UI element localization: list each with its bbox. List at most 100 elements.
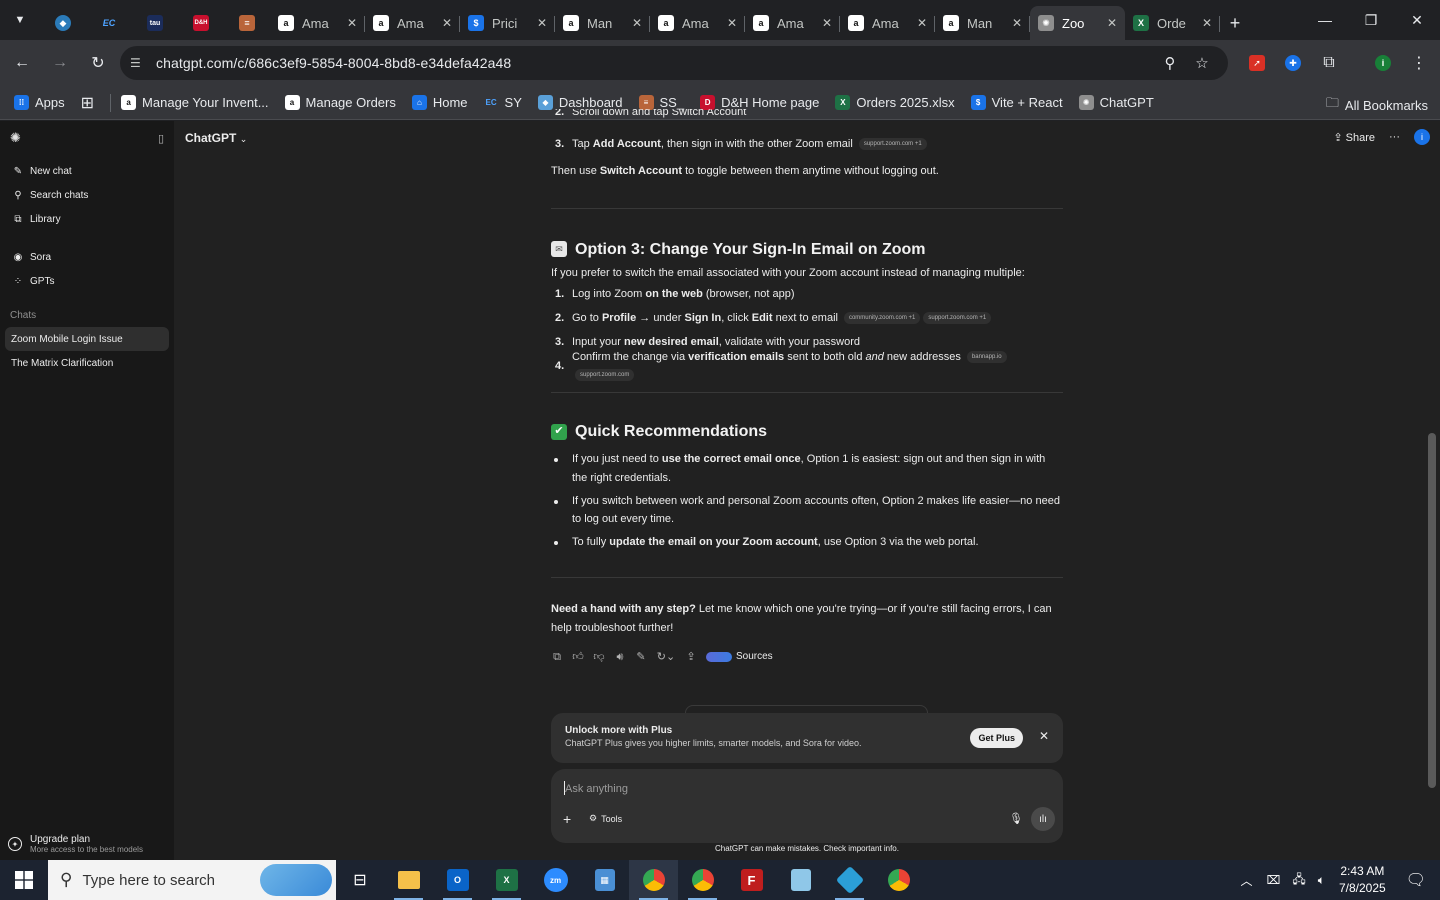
close-tab-icon[interactable]: ✕: [727, 16, 737, 30]
forward-button[interactable]: →: [42, 45, 78, 81]
chrome-icon[interactable]: [678, 860, 727, 900]
citation-chip[interactable]: support.zoom.com +1: [858, 138, 927, 151]
share-button[interactable]: ⇪ Share: [1333, 131, 1375, 144]
task-view-icon[interactable]: ⊟: [336, 860, 384, 900]
bookmark-item[interactable]: ✺ ChatGPT: [1078, 95, 1154, 110]
browser-tab[interactable]: X Orde ✕: [1125, 6, 1220, 40]
tab-search-button[interactable]: ▼: [6, 6, 34, 34]
citation-chip[interactable]: support.zoom.com: [575, 368, 635, 381]
outlook-icon[interactable]: O: [433, 860, 482, 900]
scrollbar[interactable]: [1428, 433, 1436, 788]
excel-icon[interactable]: X: [482, 860, 531, 900]
close-tab-icon[interactable]: ✕: [1107, 16, 1117, 30]
chevron-up-icon[interactable]: ︿: [1241, 872, 1253, 889]
minimize-button[interactable]: —: [1302, 0, 1348, 40]
bookmark-item[interactable]: $ Vite + React: [970, 95, 1063, 110]
notepad-icon[interactable]: [776, 860, 825, 900]
clock[interactable]: 2:43 AM 7/8/2025: [1339, 863, 1386, 897]
all-bookmarks-button[interactable]: 🗀 All Bookmarks: [1326, 94, 1428, 116]
close-icon[interactable]: ✕: [1039, 729, 1049, 743]
upgrade-plan-button[interactable]: ✦ Upgrade plan More access to the best m…: [8, 834, 143, 854]
browser-tab[interactable]: ✺ Zoo ✕: [1030, 6, 1125, 40]
extension-icon[interactable]: ✚: [1276, 46, 1310, 80]
regenerate-icon[interactable]: ↻⌄: [656, 649, 676, 667]
pinned-tab[interactable]: EC: [86, 6, 132, 40]
bookmark-item[interactable]: ⌂ Home: [411, 95, 468, 110]
bookmark-item[interactable]: X Orders 2025.xlsx: [835, 95, 955, 110]
close-tab-icon[interactable]: ✕: [442, 16, 452, 30]
thumbs-up-icon[interactable]: 👍︎: [572, 649, 584, 667]
bookmark-item[interactable]: ◆ Dashboard: [537, 95, 623, 110]
sidebar-item[interactable]: ⚲ Search chats: [0, 183, 174, 207]
extensions-puzzle-icon[interactable]: ⧉: [1312, 46, 1346, 80]
reload-button[interactable]: ↻: [80, 45, 116, 81]
start-button[interactable]: [0, 860, 48, 900]
bookmark-item[interactable]: a Manage Orders: [284, 95, 396, 110]
pinned-tab[interactable]: ≡: [224, 6, 270, 40]
chat-history-item[interactable]: Zoom Mobile Login Issue: [5, 327, 169, 351]
chrome-icon[interactable]: [629, 860, 678, 900]
microphone-icon[interactable]: 🎙︎: [1009, 812, 1023, 825]
sidebar-item[interactable]: ⧉ Library: [0, 207, 174, 231]
calculator-icon[interactable]: ▦: [580, 860, 629, 900]
app-diamond-icon[interactable]: [825, 860, 874, 900]
url-text[interactable]: chatgpt.com/c/686c3ef9-5854-8004-8bd8-e3…: [156, 55, 1154, 71]
file-explorer-icon[interactable]: [384, 860, 433, 900]
sidebar-item[interactable]: ⁘ GPTs: [0, 269, 174, 293]
citation-chip[interactable]: community.zoom.com +1: [843, 312, 921, 325]
back-button[interactable]: ←: [4, 45, 40, 81]
sidebar-toggle-icon[interactable]: ▯: [158, 132, 164, 145]
read-aloud-icon[interactable]: 🔊︎: [614, 649, 626, 667]
browser-tab[interactable]: a Ama ✕: [840, 6, 935, 40]
network-warning-icon[interactable]: ⌧: [1267, 873, 1281, 887]
bookmark-item[interactable]: EC SY: [484, 95, 521, 110]
address-bar[interactable]: ☰ chatgpt.com/c/686c3ef9-5854-8004-8bd8-…: [120, 46, 1228, 80]
close-tab-icon[interactable]: ✕: [822, 16, 832, 30]
site-info-icon[interactable]: ☰: [130, 56, 156, 70]
browser-tab[interactable]: a Ama ✕: [270, 6, 365, 40]
share-icon[interactable]: ⇪: [685, 649, 697, 667]
openai-logo-icon[interactable]: ✺: [10, 130, 21, 146]
thumbs-down-icon[interactable]: 👎︎: [593, 649, 605, 667]
browser-tab[interactable]: a Ama ✕: [745, 6, 840, 40]
close-tab-icon[interactable]: ✕: [917, 16, 927, 30]
tab-groups-icon[interactable]: ⊞: [81, 93, 94, 113]
notification-icon[interactable]: 🗨︎: [1406, 870, 1426, 890]
citation-chip[interactable]: support.zoom.com +1: [923, 312, 992, 325]
pinned-tab[interactable]: ◆: [40, 6, 86, 40]
user-avatar[interactable]: i: [1414, 129, 1430, 145]
voice-mode-icon[interactable]: ılı: [1031, 807, 1055, 831]
bookmark-item[interactable]: a Manage Your Invent...: [121, 95, 269, 110]
close-tab-icon[interactable]: ✕: [632, 16, 642, 30]
close-tab-icon[interactable]: ✕: [1012, 16, 1022, 30]
profile-avatar[interactable]: i: [1366, 46, 1400, 80]
sidebar-item[interactable]: ✎ New chat: [0, 159, 174, 183]
edit-icon[interactable]: ✎: [635, 649, 647, 667]
menu-kebab-icon[interactable]: ⋮: [1402, 46, 1436, 80]
copy-icon[interactable]: ⧉: [551, 649, 563, 667]
model-selector[interactable]: ChatGPT ⌄: [185, 131, 247, 145]
extension-icon[interactable]: ➚: [1240, 46, 1274, 80]
bookmark-star-icon[interactable]: ☆: [1186, 54, 1218, 72]
bookmark-item[interactable]: ⁞⁞ Apps: [14, 95, 65, 110]
network-icon[interactable]: 🖧︎: [1292, 870, 1305, 891]
pinned-tab[interactable]: tau: [132, 6, 178, 40]
prompt-input[interactable]: [565, 781, 1025, 797]
close-window-button[interactable]: ✕: [1394, 0, 1440, 40]
browser-tab[interactable]: a Ama ✕: [365, 6, 460, 40]
filezilla-icon[interactable]: F: [727, 860, 776, 900]
zoom-app-icon[interactable]: zm: [531, 860, 580, 900]
sources-button[interactable]: Sources: [706, 649, 773, 665]
taskbar-search[interactable]: ⚲ Type here to search: [48, 860, 336, 900]
bookmark-item[interactable]: D D&H Home page: [700, 95, 819, 110]
browser-tab[interactable]: a Ama ✕: [650, 6, 745, 40]
more-options-icon[interactable]: ···: [1389, 131, 1400, 143]
volume-icon[interactable]: 🔈︎: [1318, 873, 1325, 888]
bookmark-item[interactable]: ≡ SS_: [638, 95, 684, 110]
chat-history-item[interactable]: The Matrix Clarification: [5, 351, 169, 375]
browser-tab[interactable]: a Man ✕: [935, 6, 1030, 40]
close-tab-icon[interactable]: ✕: [1202, 16, 1212, 30]
close-tab-icon[interactable]: ✕: [537, 16, 547, 30]
browser-tab[interactable]: a Man ✕: [555, 6, 650, 40]
restore-button[interactable]: ❐: [1348, 0, 1394, 40]
